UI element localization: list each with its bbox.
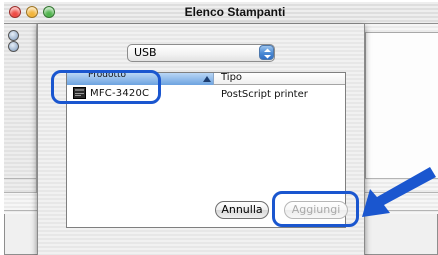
highlight-outline [51, 70, 161, 104]
background-toolbar-icon [8, 41, 19, 52]
window-title: Elenco Stampanti [184, 5, 286, 19]
highlight-outline [272, 191, 359, 227]
sort-ascending-icon [203, 76, 211, 82]
zoom-icon[interactable] [43, 6, 55, 18]
arrow-pointer-icon [362, 167, 436, 217]
minimize-icon[interactable] [26, 6, 38, 18]
connection-type-value: USB [134, 46, 157, 59]
background-toolbar-icon [8, 30, 19, 41]
background-list-panel [365, 32, 438, 179]
cancel-button[interactable]: Annulla [215, 201, 269, 219]
chevron-updown-icon[interactable] [259, 45, 274, 60]
close-icon[interactable] [9, 6, 21, 18]
column-header-tipo[interactable]: Tipo [221, 72, 242, 83]
table-row-type[interactable]: PostScript printer [221, 89, 308, 100]
